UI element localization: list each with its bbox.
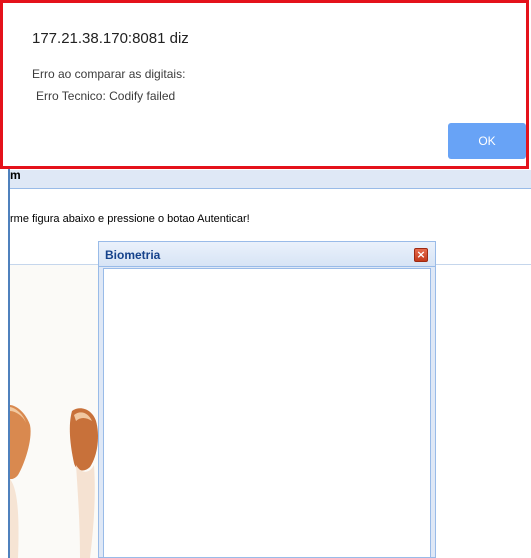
alert-message-line2: Erro Tecnico: Codify failed	[36, 89, 176, 103]
alert-message-line1: Erro ao comparar as digitais:	[32, 67, 186, 81]
alert-dialog: 177.21.38.170:8081 diz Erro ao comparar …	[0, 0, 529, 169]
biometria-dialog: Biometria ×	[98, 241, 436, 558]
page-instruction: rme figura abaixo e pressione o botao Au…	[10, 213, 250, 225]
page-header-band	[10, 170, 531, 189]
fingers-illustration	[10, 265, 100, 558]
biometria-content	[103, 268, 431, 557]
ok-button[interactable]: OK	[448, 123, 526, 159]
alert-origin: 177.21.38.170:8081 diz	[32, 30, 189, 47]
biometria-title: Biometria	[105, 248, 161, 262]
fingers-image	[10, 265, 100, 558]
screen: m rme figura abaixo e pressione o botao …	[0, 0, 531, 558]
page-header-title: m	[10, 168, 21, 182]
close-icon[interactable]: ×	[414, 248, 428, 262]
biometria-titlebar[interactable]: Biometria ×	[99, 242, 435, 267]
